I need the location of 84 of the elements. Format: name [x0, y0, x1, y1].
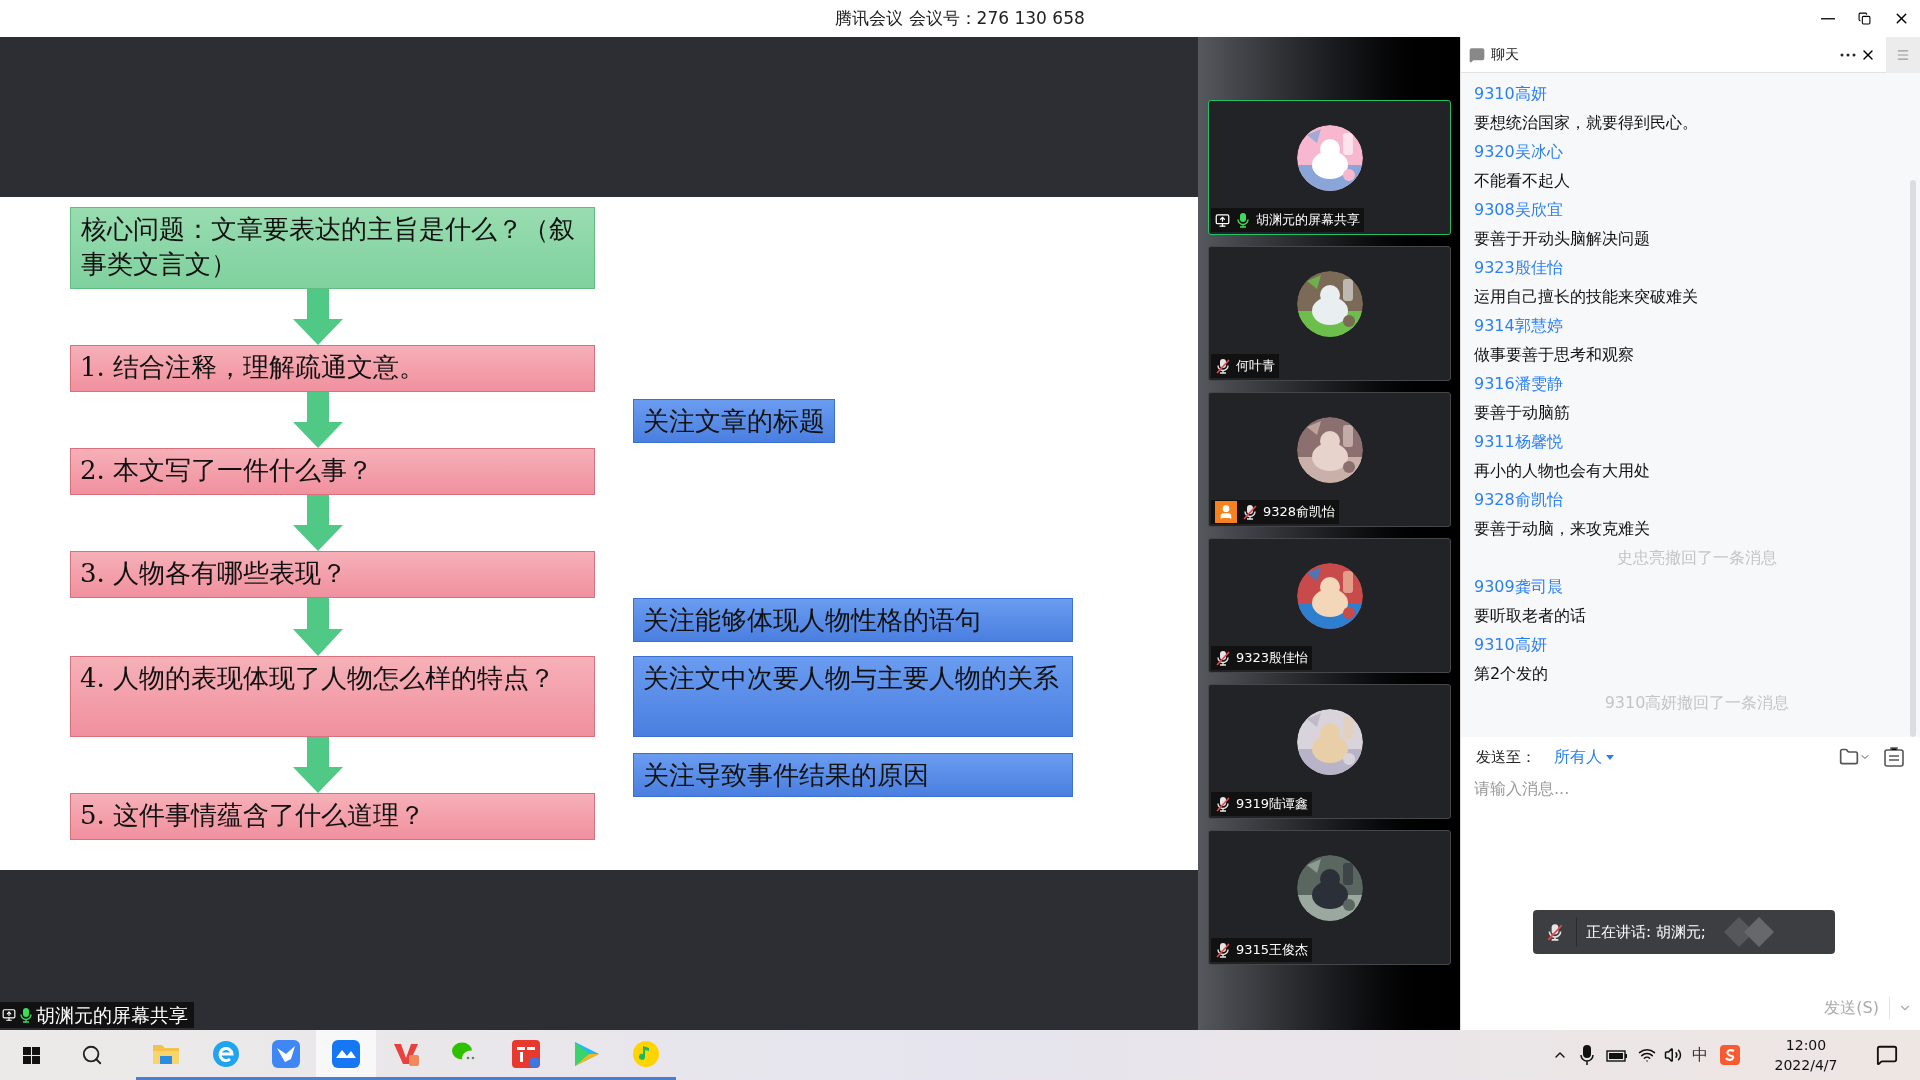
participant-name: 9319陆谭鑫 [1236, 795, 1309, 814]
participant-tile[interactable]: 胡渊元的屏幕共享 [1208, 100, 1451, 235]
down-arrow-icon [293, 392, 343, 448]
dropdown-caret-icon [1606, 754, 1614, 760]
notice-board-icon[interactable] [1883, 746, 1905, 768]
participant-tile[interactable]: 9323殷佳怡 [1208, 538, 1451, 673]
participant-tile[interactable]: 9319陆谭鑫 [1208, 684, 1451, 819]
date-text: 2022/4/7 [1774, 1056, 1838, 1075]
microphone-icon[interactable] [1580, 1045, 1594, 1065]
participant-name: 9323殷佳怡 [1236, 649, 1309, 668]
down-arrow-icon [293, 598, 343, 656]
hint-box: 关注能够体现人物性格的语句 [633, 598, 1073, 642]
down-arrow-icon [293, 495, 343, 551]
send-to-label: 发送至： [1476, 746, 1536, 768]
volume-icon[interactable] [1664, 1046, 1682, 1064]
clock[interactable]: 12:00 2022/4/7 [1766, 1035, 1846, 1075]
participant-name: 9315王俊杰 [1236, 941, 1309, 960]
core-question-box: 核心问题：文章要表达的主旨是什么？（叙事类文言文） [70, 207, 595, 289]
sender-name[interactable]: 9316潘雯静 [1474, 369, 1563, 398]
participant-name: 9328俞凯怡 [1263, 503, 1336, 522]
restore-icon [1858, 12, 1871, 25]
message-text: 要善于动脑，来攻克难关 [1474, 518, 1650, 540]
window-title: 腾讯会议 会议号：276 130 658 [835, 6, 1085, 30]
hint-box: 关注导致事件结果的原因 [633, 753, 1073, 797]
menu-icon [1896, 47, 1910, 62]
sender-name[interactable]: 9314郭慧婷 [1474, 311, 1563, 340]
sender-name[interactable]: 9308吴欣宜 [1474, 195, 1563, 224]
share-label-text: 胡渊元的屏幕共享 [36, 1003, 188, 1027]
message-text: 做事要善于思考和观察 [1474, 344, 1634, 366]
meeting-icon [332, 1039, 360, 1068]
message-text: 运用自己擅长的技能来突破难关 [1474, 286, 1698, 308]
down-arrow-icon [293, 289, 343, 345]
taskbar-app[interactable] [316, 1030, 376, 1080]
message-text: 要听取老者的话 [1474, 605, 1586, 627]
hint-box: 关注文章的标题 [633, 399, 835, 443]
screen-share-icon [2, 1008, 16, 1022]
message-input[interactable]: 请输入消息... [1474, 777, 1907, 801]
step-box: 4. 人物的表现体现了人物怎么样的特点？ [70, 656, 595, 737]
participant-tile[interactable]: 9328俞凯怡 [1208, 392, 1451, 527]
chat-title: 聊天 [1491, 45, 1519, 64]
hint-box: 关注文中次要人物与主要人物的关系 [633, 656, 1073, 737]
participant-tile[interactable]: 9315王俊杰 [1208, 830, 1451, 965]
search-icon[interactable] [81, 1044, 103, 1066]
step-box: 1. 结合注释，理解疏通文意。 [70, 345, 595, 392]
folder-icon [1839, 747, 1859, 767]
news-icon [512, 1039, 540, 1068]
sogou-icon[interactable] [1720, 1045, 1740, 1065]
recipient-dropdown[interactable]: 所有人 [1554, 745, 1614, 769]
wifi-icon[interactable] [1638, 1046, 1656, 1064]
notifications-icon[interactable] [1876, 1044, 1898, 1066]
sender-name[interactable]: 9310高妍 [1474, 79, 1547, 108]
step-box: 3. 人物各有哪些表现？ [70, 551, 595, 598]
message-text: 要善于动脑筋 [1474, 402, 1570, 424]
speaking-text: 正在讲话: 胡渊元; [1586, 921, 1706, 943]
more-button[interactable] [1838, 52, 1858, 57]
battery-icon[interactable] [1606, 1048, 1628, 1062]
step-box: 5. 这件事情蕴含了什么道理？ [70, 793, 595, 840]
file-button[interactable] [1839, 747, 1871, 767]
participant-name: 胡渊元的屏幕共享 [1256, 211, 1360, 230]
scrollbar[interactable] [1910, 180, 1916, 737]
message-text: 第2个发的 [1474, 663, 1549, 685]
minimize-icon [1820, 17, 1835, 20]
message-text: 再小的人物也会有大用处 [1474, 460, 1650, 482]
message-text: 不能看不起人 [1474, 170, 1570, 192]
participant-name: 何叶青 [1236, 357, 1275, 376]
down-arrow-icon [293, 737, 343, 793]
message-text: 要善于开动头脑解决问题 [1474, 228, 1650, 250]
send-button[interactable]: 发送(S) [1824, 996, 1890, 1020]
more-icon [1840, 52, 1856, 57]
input-method-indicator[interactable]: 中 [1692, 1043, 1708, 1067]
participant-tile[interactable]: 何叶青 [1208, 246, 1451, 381]
browser-icon [212, 1039, 240, 1068]
sender-name[interactable]: 9328俞凯怡 [1474, 485, 1563, 514]
music-icon [632, 1039, 660, 1068]
sender-name[interactable]: 9320吴冰心 [1474, 137, 1563, 166]
sender-name[interactable]: 9323殷佳怡 [1474, 253, 1563, 282]
time-text: 12:00 [1785, 1036, 1827, 1055]
message-text: 要想统治国家，就要得到民心。 [1474, 112, 1698, 134]
sender-name[interactable]: 9311杨馨悦 [1474, 427, 1563, 456]
step-box: 2. 本文写了一件什么事？ [70, 448, 595, 495]
sender-name[interactable]: 9310高妍 [1474, 630, 1547, 659]
windows-start-icon[interactable] [23, 1046, 40, 1064]
chat-icon [1469, 46, 1485, 63]
sender-name[interactable]: 9309龚司晨 [1474, 572, 1563, 601]
